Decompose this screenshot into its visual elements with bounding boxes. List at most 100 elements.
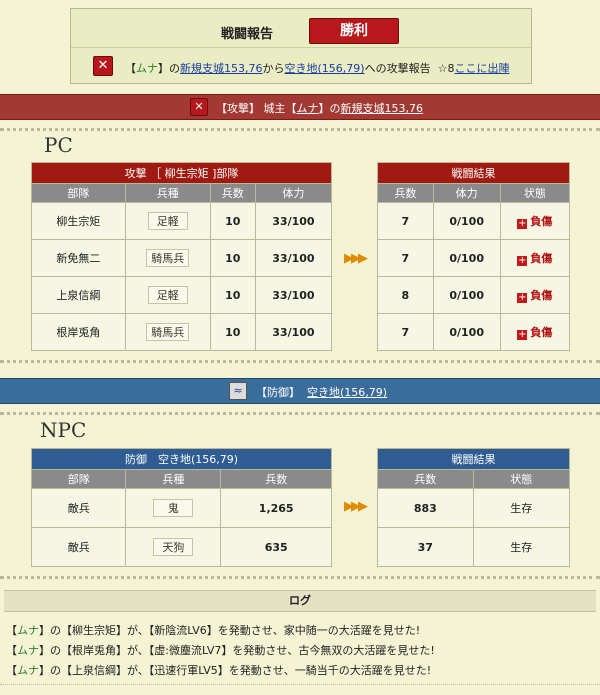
result-status: 負傷 [530,215,553,228]
shield-icon: ≈ [229,382,247,400]
log-line: 【ムナ】の【根岸兎角】が、【虚:微塵流LV7】を発動させ、古今無双の大活躍を見せ… [6,644,435,657]
col-result-count: 兵数 [377,183,434,203]
log-general: 柳生宗矩 [72,624,116,637]
red-cross-icon: + [517,292,528,303]
table-row: 883 生存 [377,488,571,528]
log-line: 【ムナ】の【柳生宗矩】が、【新陰流LV6】を発動させ、家中随一の大活躍を見せた! [6,624,421,637]
table-row: 37 生存 [377,527,571,567]
attacker-results-table: 戦闘結果 兵数 体力 状態 7 0/100 + 負傷 7 0/100 + 負傷 8 … [377,162,571,351]
result-count: 883 [377,488,474,528]
unit-name: 根岸兎角 [31,313,126,351]
unit-hp: 33/100 [254,313,333,351]
result-hp: 0/100 [432,239,501,277]
page-title: 戦闘報告 [221,27,274,42]
deploy-here-link[interactable]: ここに出陣 [454,62,509,75]
header-title-row: 戦闘報告 勝利 [71,13,531,48]
result-status: 生存 [472,527,571,567]
report-lord: ムナ [136,62,158,75]
unit-name: 敵兵 [30,488,127,528]
result-hp: 0/100 [432,276,501,314]
col-unit: 部隊 [31,183,126,203]
unit-name: 柳生宗矩 [31,202,126,240]
defender-units-table: 防御 空き地(156,79) 部隊 兵種 兵数 敵兵 鬼 1,265 敵兵 天狗… [30,448,332,567]
decorative-divider [0,684,600,685]
origin-castle-link[interactable]: 新規支城153,76 [180,62,263,75]
defender-land-link[interactable]: 空き地(156,79) [307,386,387,399]
attack-section-bar: ✕ 【攻撃】 城主【ムナ】の新規支城153,76 [0,94,600,120]
report-summary-text: 【ムナ】の新規支城153,76から空き地(156,79)への攻撃報告 ☆8ここに… [125,62,510,75]
col-type: 兵種 [125,469,222,489]
log-skill: 迅速行軍LV5 [154,664,218,677]
attacker-table-caption: 攻撃 ［ 柳生宗矩 ]部隊 [31,162,332,184]
crossed-swords-icon: ✕ [93,56,113,76]
defender-results-caption: 戦闘結果 [377,448,570,470]
result-count: 7 [377,239,434,277]
target-land-link[interactable]: 空き地(156,79) [285,62,365,75]
attacker-units-table: 攻撃 ［ 柳生宗矩 ]部隊 部隊 兵種 兵数 体力 柳生宗矩 足軽 10 33/… [31,162,333,351]
table-row: 7 0/100 + 負傷 [377,313,571,351]
table-row: 上泉信綱 足軽 10 33/100 [31,276,333,314]
table-row: 柳生宗矩 足軽 10 33/100 [31,202,333,240]
log-skill: 虚:微塵流LV7 [154,644,222,657]
unit-count: 10 [209,202,256,240]
star-level: ☆8 [437,62,455,75]
red-cross-icon: + [517,329,528,340]
log-general: 上泉信綱 [72,664,116,677]
result-status: 負傷 [530,252,553,265]
unit-type-badge: 騎馬兵 [146,323,190,341]
result-count: 8 [377,276,434,314]
col-type: 兵種 [124,183,211,203]
unit-count: 1,265 [220,488,332,528]
unit-hp: 33/100 [254,276,333,314]
unit-count: 10 [209,313,256,351]
result-status: 負傷 [530,326,553,339]
crossed-swords-icon: ✕ [190,98,208,116]
table-row: 8 0/100 + 負傷 [377,276,571,314]
attack-bar-text: 【攻撃】 城主【ムナ】の新規支城153,76 [216,102,424,115]
pc-heading: PC [44,133,73,157]
result-status: 負傷 [530,289,553,302]
result-hp: 0/100 [432,313,501,351]
npc-heading: NPC [40,418,87,442]
col-result-status: 状態 [472,469,571,489]
log-line: 【ムナ】の【上泉信綱】が、【迅速行軍LV5】を発動させ、一騎当千の大活躍を見せた… [6,664,432,677]
result-count: 7 [377,313,434,351]
victory-badge: 勝利 [309,18,399,44]
table-row: 根岸兎角 騎馬兵 10 33/100 [31,313,333,351]
attacker-results-caption: 戦闘結果 [377,162,570,184]
report-summary-row: ✕ 【ムナ】の新規支城153,76から空き地(156,79)への攻撃報告 ☆8こ… [71,49,531,83]
unit-count: 635 [220,527,332,567]
log-skill: 新陰流LV6 [154,624,207,637]
battle-report-header: 戦闘報告 勝利 ✕ 【ムナ】の新規支城153,76から空き地(156,79)への… [70,8,532,84]
col-result-hp: 体力 [432,183,501,203]
defender-results-table: 戦闘結果 兵数 状態 883 生存 37 生存 [377,448,571,567]
table-row: 敵兵 鬼 1,265 [30,488,332,528]
attacker-lord-link[interactable]: ムナ [297,102,319,115]
triple-arrow-icon: ▶▶▶ [344,499,368,514]
table-row: 7 0/100 + 負傷 [377,202,571,240]
col-result-status: 状態 [499,183,571,203]
decorative-divider [0,128,600,141]
unit-type-badge: 足軽 [147,212,188,230]
result-count: 7 [377,202,434,240]
unit-count: 10 [209,276,256,314]
result-hp: 0/100 [432,202,501,240]
log-general: 根岸兎角 [72,644,116,657]
col-count: 兵数 [220,469,332,489]
unit-type-badge: 騎馬兵 [146,249,190,267]
triple-arrow-icon: ▶▶▶ [344,251,368,266]
unit-type-badge: 鬼 [153,499,194,517]
unit-name: 上泉信綱 [31,276,126,314]
log-lord: ムナ [17,624,39,637]
result-count: 37 [377,527,474,567]
defense-section-bar: ≈ 【防御】 空き地(156,79) [0,378,600,404]
unit-count: 10 [209,239,256,277]
table-row: 新免無二 騎馬兵 10 33/100 [31,239,333,277]
decorative-divider [0,360,600,363]
table-row: 7 0/100 + 負傷 [377,239,571,277]
attacker-castle-link[interactable]: 新規支城153,76 [341,102,424,115]
decorative-divider [0,576,600,589]
table-row: 敵兵 天狗 635 [30,527,332,567]
col-hp: 体力 [254,183,333,203]
unit-name: 敵兵 [30,527,127,567]
